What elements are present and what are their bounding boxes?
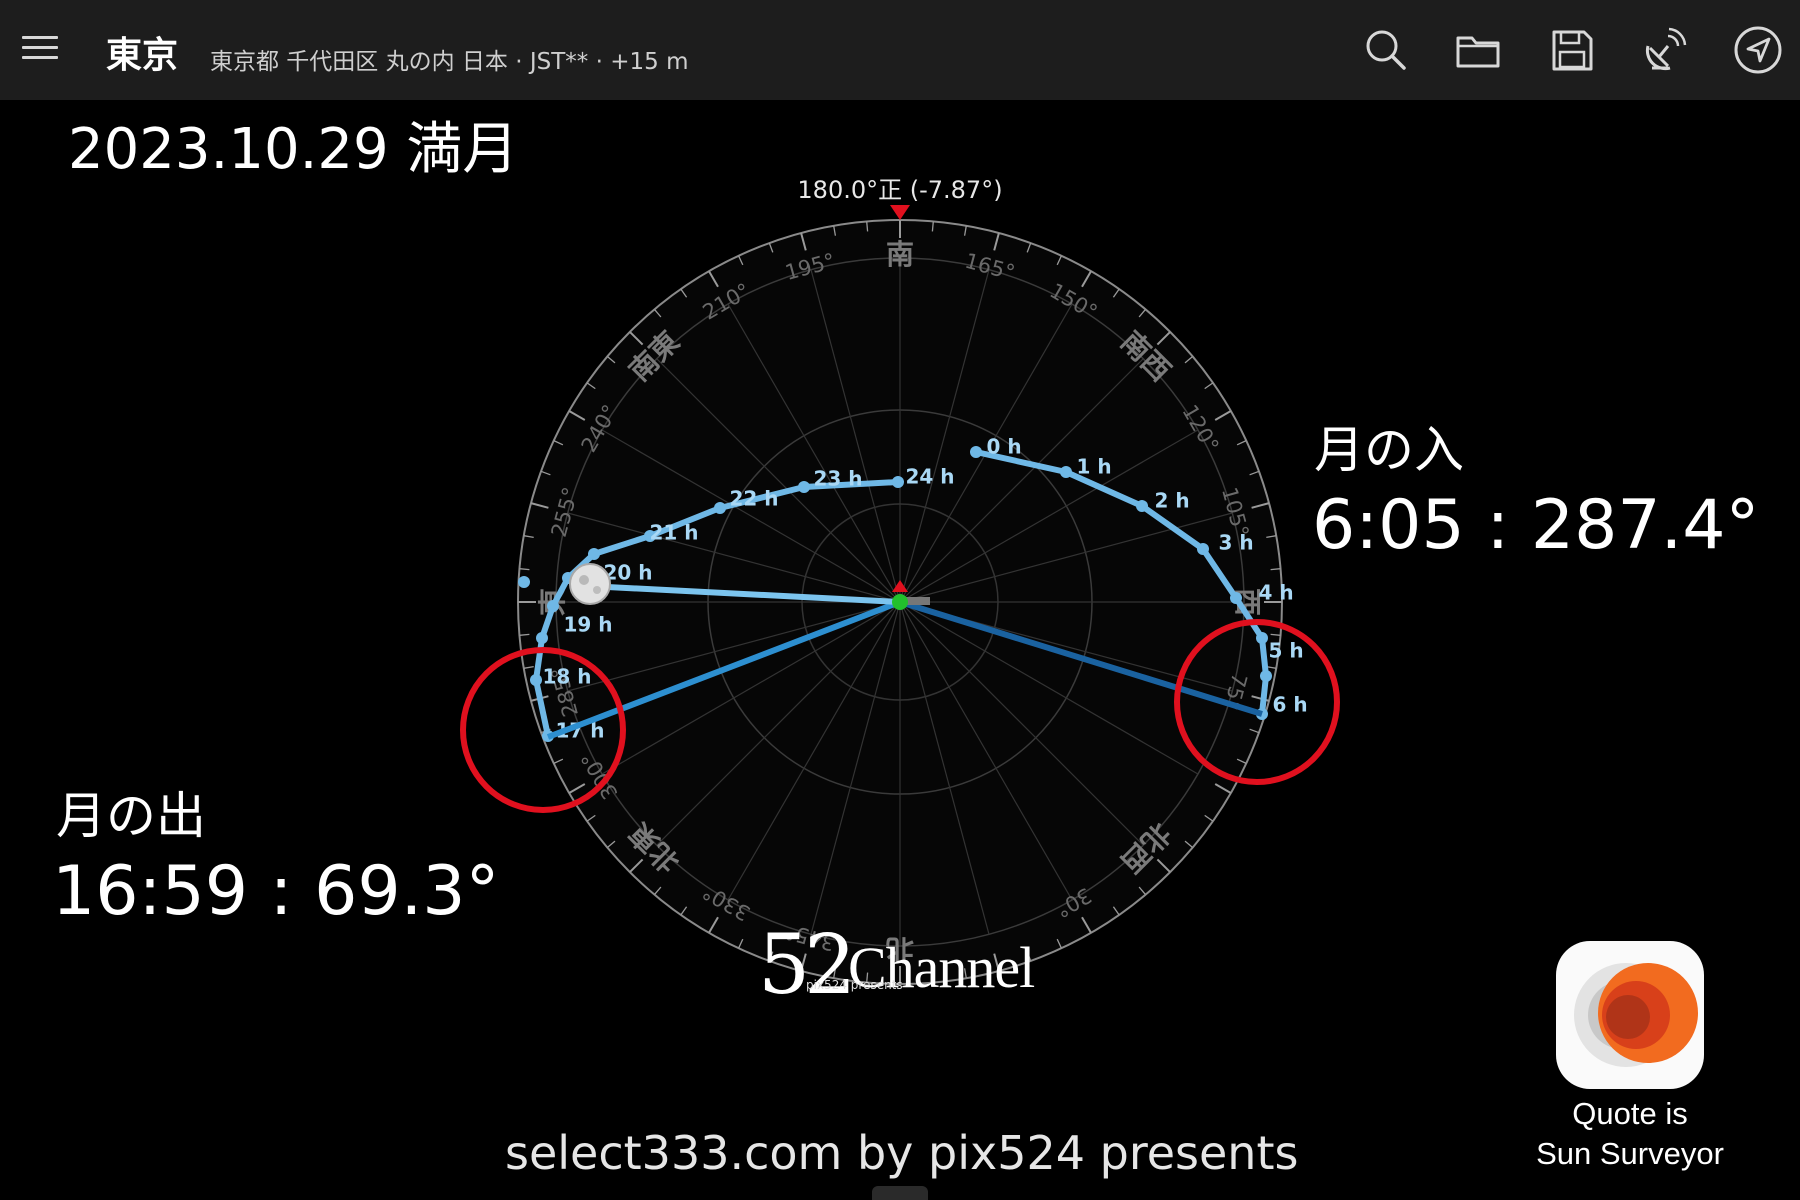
moon-crater — [579, 575, 589, 585]
moon-hour-label: 0 h — [986, 435, 1021, 459]
moon-hour-marker[interactable] — [892, 476, 904, 488]
moon-hour-marker[interactable] — [1256, 632, 1268, 644]
bearing-marker-icon[interactable] — [890, 205, 910, 220]
moon-hour-label: 3 h — [1218, 531, 1253, 555]
moon-hour-label: 24 h — [905, 465, 954, 489]
logo-number: 52 — [758, 918, 856, 1013]
moonset-title: 月の入 — [1314, 421, 1464, 479]
moon-hour-label: 1 h — [1076, 455, 1111, 479]
moon-hour-label: 20 h — [603, 561, 652, 585]
app-name-line2: Sun Surveyor — [1536, 1136, 1724, 1171]
moon-hour-marker[interactable] — [714, 502, 726, 514]
compass-tick — [1270, 633, 1281, 636]
compass-tick — [519, 568, 530, 571]
compass-direction-label: 南 — [886, 238, 914, 271]
moon-hour-marker[interactable] — [1197, 543, 1209, 555]
moon-hour-label: 4 h — [1258, 581, 1293, 605]
moon-crater — [593, 586, 601, 594]
logo-subtext: pix524 presents — [806, 978, 903, 992]
compass-tick — [1270, 568, 1281, 571]
moon-hour-marker[interactable] — [530, 674, 542, 686]
sun-direction-stub — [906, 597, 930, 605]
moon-hour-marker[interactable] — [588, 548, 600, 560]
moon-hour-label: 18 h — [542, 665, 591, 689]
footer-credit: select333.com by pix524 presents — [505, 1126, 1299, 1180]
app-name-line1: Quote is — [1572, 1096, 1688, 1131]
moon-hour-label: 22 h — [729, 487, 778, 511]
moon-hour-marker[interactable] — [536, 632, 548, 644]
bottom-sheet-handle[interactable] — [872, 1186, 928, 1200]
moon-hour-marker[interactable] — [1060, 466, 1072, 478]
moon-hour-label: 23 h — [813, 467, 862, 491]
moon-hour-marker[interactable] — [1230, 592, 1242, 604]
moon-hour-label: 21 h — [649, 521, 698, 545]
moon-hour-label: 5 h — [1268, 639, 1303, 663]
moon-hour-marker[interactable] — [518, 576, 530, 588]
compass-tick — [931, 221, 934, 232]
moon-hour-label: 2 h — [1154, 489, 1189, 513]
moonrise-value: 16:59 : 69.3° — [52, 852, 500, 931]
channel-logo: 52 Channel pix524 presents — [758, 918, 1058, 1013]
moon-hour-label: 19 h — [563, 613, 612, 637]
date-label: 2023.10.29 満月 — [68, 117, 519, 182]
sun-surveyor-app-icon — [1556, 941, 1704, 1089]
moonrise-title: 月の出 — [56, 787, 206, 845]
moon-hour-label: 6 h — [1272, 693, 1307, 717]
compass-tick — [866, 221, 869, 232]
moon-hour-marker[interactable] — [547, 600, 559, 612]
moon-hour-marker[interactable] — [1260, 670, 1272, 682]
observer-position-icon[interactable] — [892, 594, 908, 610]
compass-tick — [519, 633, 530, 636]
moonset-value: 6:05 : 287.4° — [1312, 486, 1760, 565]
moon-hour-marker[interactable] — [798, 481, 810, 493]
bearing-readout: 180.0°正 (-7.87°) — [797, 176, 1002, 204]
moon-hour-marker[interactable] — [1136, 500, 1148, 512]
moon-position-icon[interactable] — [569, 563, 611, 605]
moon-hour-marker[interactable] — [970, 446, 982, 458]
